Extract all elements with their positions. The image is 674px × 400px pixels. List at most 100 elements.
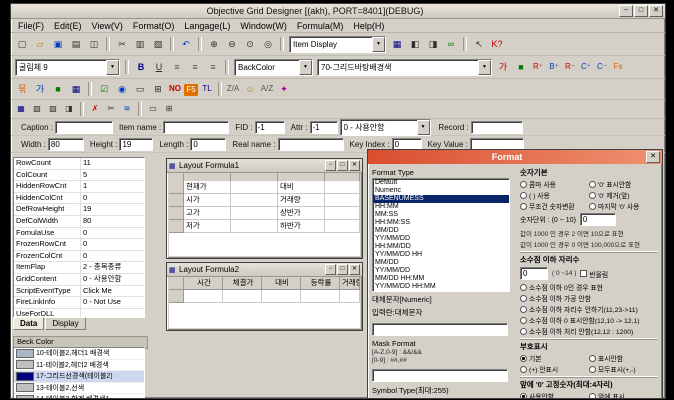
- option-force-number[interactable]: 무조건 숫자변환: [520, 201, 589, 211]
- mdi-titlebar[interactable]: ▦ Layout Formula2 − □ ✕: [167, 263, 362, 277]
- save-icon[interactable]: ▣: [50, 37, 66, 51]
- format-type-item[interactable]: MM/DD: [373, 227, 509, 235]
- property-row[interactable]: HiddenColCnt 0: [14, 192, 144, 205]
- tl-icon[interactable]: TL: [200, 82, 214, 96]
- grid-row[interactable]: [169, 290, 360, 303]
- menu-file[interactable]: File(F): [13, 21, 49, 31]
- menu-format[interactable]: Format(O): [128, 21, 180, 31]
- grid-cell[interactable]: [231, 181, 278, 194]
- format-type-item[interactable]: HH:MM: [373, 203, 509, 211]
- close-button[interactable]: ✕: [649, 5, 663, 17]
- column-header[interactable]: 대비: [262, 277, 301, 290]
- real-name-input[interactable]: [277, 137, 344, 151]
- option-sign-default[interactable]: 기본: [520, 353, 589, 363]
- open-folder-icon[interactable]: ▱: [32, 37, 48, 51]
- grid-cell[interactable]: 저가: [184, 220, 231, 233]
- align-center-icon[interactable]: ≡: [187, 60, 203, 74]
- grid-cell[interactable]: [325, 220, 360, 233]
- option-sign-no-plus[interactable]: (+) 안표시: [520, 364, 589, 374]
- property-row[interactable]: GridContent 0 - 사용안함: [14, 273, 144, 286]
- f5-icon[interactable]: F5: [184, 83, 198, 96]
- back-color-item[interactable]: 14-테이블2,합계 배경색1: [14, 394, 144, 398]
- smile-icon[interactable]: ☺: [242, 82, 258, 96]
- backcolor-combo[interactable]: BackColor ▼: [234, 58, 313, 76]
- grid-cell[interactable]: [184, 290, 223, 303]
- property-row[interactable]: RowCount 11: [14, 158, 144, 170]
- help-icon[interactable]: K?: [489, 37, 505, 51]
- mdi-titlebar[interactable]: ▦ Layout Formula1 − □ ✕: [167, 159, 362, 173]
- cut-cells-icon[interactable]: ✂: [104, 102, 118, 116]
- decimal-digits-input[interactable]: [520, 267, 548, 280]
- property-value[interactable]: Click Me: [81, 286, 144, 297]
- font-combo[interactable]: 굴림체 9 ▼: [15, 58, 120, 76]
- chevron-down-icon[interactable]: ▼: [478, 59, 491, 75]
- format-type-item[interactable]: YY/MM/DD: [373, 235, 509, 243]
- grid-row[interactable]: 시가 거래량: [169, 194, 360, 207]
- option-decimal-1[interactable]: 소수점 이하 가공 안함: [520, 293, 658, 303]
- palette-icon[interactable]: ■: [513, 60, 529, 74]
- lines-icon[interactable]: ≋: [120, 102, 134, 116]
- format-dialog-titlebar[interactable]: Format ✕: [368, 150, 662, 164]
- option-strip-leading-zero[interactable]: '0' 제거(앞): [589, 190, 658, 200]
- sort-za-icon[interactable]: Z/A: [226, 82, 240, 96]
- star-icon[interactable]: ✦: [276, 82, 292, 96]
- property-value[interactable]: 80: [81, 216, 144, 227]
- checkbox-control-icon[interactable]: ☑: [96, 82, 112, 96]
- grid-row[interactable]: 저가 하반가: [169, 220, 360, 233]
- help-pointer-icon[interactable]: ↖: [471, 37, 487, 51]
- menu-edit[interactable]: Edit(E): [49, 21, 87, 31]
- chevron-down-icon[interactable]: ▼: [299, 59, 312, 75]
- format-type-item[interactable]: MM/DD: [373, 259, 509, 267]
- maximize-button[interactable]: □: [337, 160, 348, 171]
- grid-cell[interactable]: 거래량: [278, 194, 325, 207]
- format-type-item[interactable]: MM:SS: [373, 211, 509, 219]
- property-row[interactable]: FrozenRowCnt 0: [14, 239, 144, 251]
- grid-cell[interactable]: 대비: [278, 181, 325, 194]
- item-name-input[interactable]: [163, 120, 230, 134]
- grid-cell[interactable]: [325, 207, 360, 220]
- cut-icon[interactable]: ✂: [114, 37, 130, 51]
- format-type-item[interactable]: HH:MM/DD: [373, 243, 509, 251]
- fs-icon[interactable]: Fs: [611, 60, 625, 74]
- property-row[interactable]: HiddenRowCnt 1: [14, 181, 144, 193]
- property-value[interactable]: 1: [81, 181, 144, 192]
- merge-icon[interactable]: ◨: [62, 102, 76, 116]
- width-input[interactable]: [47, 137, 84, 151]
- back-color-item[interactable]: 17-그리드선경색(테이블2): [14, 371, 144, 383]
- delete-icon[interactable]: ✗: [88, 102, 102, 116]
- format-type-item-selected[interactable]: BASENUMESS: [373, 195, 509, 203]
- minimize-button[interactable]: −: [325, 160, 336, 171]
- grid-cell[interactable]: [231, 220, 278, 233]
- column-header[interactable]: 등락률: [301, 277, 340, 290]
- sort-az-icon[interactable]: A/Z: [260, 82, 274, 96]
- length-input[interactable]: [190, 137, 227, 151]
- new-file-icon[interactable]: ▢: [14, 37, 30, 51]
- property-value[interactable]: 5: [81, 170, 144, 181]
- back-color-item[interactable]: 11-테이블2,헤더2 배경색: [14, 360, 144, 371]
- grid-cell[interactable]: [223, 290, 262, 303]
- grid-cell[interactable]: [325, 181, 360, 194]
- zoom-fit-icon[interactable]: ◎: [260, 37, 276, 51]
- hide-row-icon[interactable]: ◧: [407, 37, 423, 51]
- tab-display[interactable]: Display: [45, 317, 86, 330]
- grid-cell[interactable]: [262, 290, 301, 303]
- formula1-grid[interactable]: 현재가 대비 시가 거래량 고가 상반가 저가 하반가: [169, 173, 360, 256]
- titlebar[interactable]: Objective Grid Designer [(akh), PORT=840…: [11, 4, 665, 19]
- property-row[interactable]: DefColWidth 80: [14, 215, 144, 228]
- mask-format-input[interactable]: [372, 369, 508, 382]
- grid-cell[interactable]: 현재가: [184, 181, 231, 194]
- menu-langage[interactable]: Langage(L): [179, 21, 235, 31]
- col-insert-icon[interactable]: ▨: [46, 102, 60, 116]
- table-icon[interactable]: ▦: [68, 82, 84, 96]
- option-no-zero-display[interactable]: '0' 표시안함: [589, 179, 658, 189]
- menu-help[interactable]: Help(H): [348, 21, 389, 31]
- cell-grid-icon[interactable]: ▦: [14, 102, 28, 116]
- close-button[interactable]: ✕: [349, 264, 360, 275]
- menu-view[interactable]: View(V): [87, 21, 128, 31]
- option-leading-zero-on[interactable]: 앞에 표시: [589, 391, 658, 398]
- close-button[interactable]: ✕: [349, 160, 360, 171]
- combo-control-icon[interactable]: ⊞: [162, 102, 176, 116]
- bold-icon[interactable]: B: [133, 60, 149, 74]
- option-parentheses[interactable]: ( ) 사용: [520, 190, 589, 200]
- close-icon[interactable]: ✕: [646, 151, 660, 163]
